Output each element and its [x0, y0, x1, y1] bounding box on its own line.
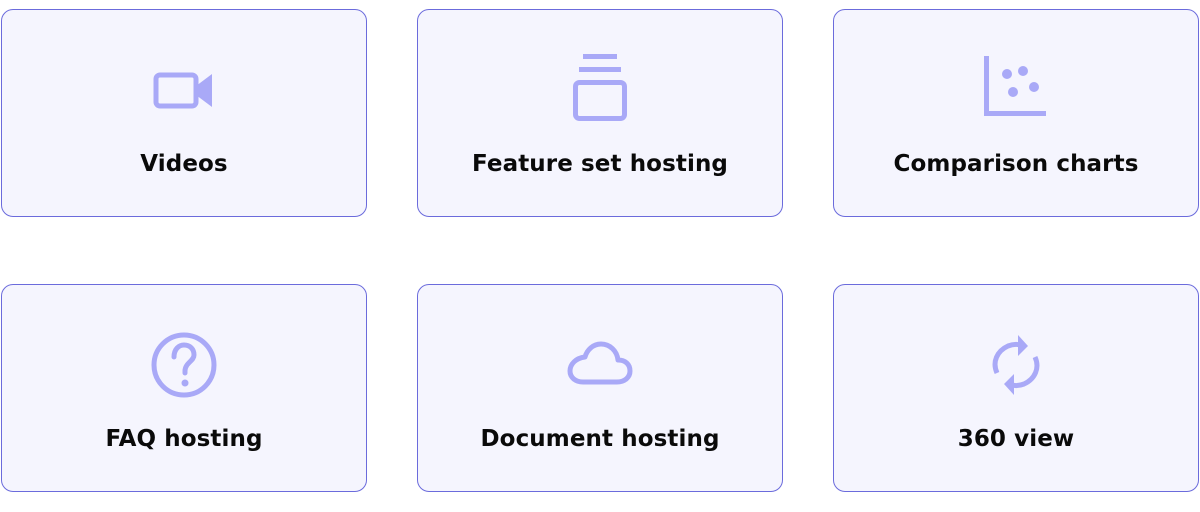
- feature-card-grid: Videos Feature set hosting Comparison ch…: [0, 0, 1200, 512]
- card-comparison-charts[interactable]: Comparison charts: [833, 9, 1199, 217]
- question-circle-icon: [148, 329, 220, 401]
- card-label: 360 view: [957, 426, 1075, 452]
- cloud-icon: [564, 329, 636, 401]
- card-label: Feature set hosting: [472, 151, 728, 177]
- card-label: Document hosting: [480, 426, 720, 452]
- card-document-hosting[interactable]: Document hosting: [417, 284, 783, 492]
- card-label: Comparison charts: [893, 151, 1139, 177]
- card-360-view[interactable]: 360 view: [833, 284, 1199, 492]
- card-label: Videos: [140, 151, 228, 177]
- scatter-chart-icon: [980, 54, 1052, 126]
- card-videos[interactable]: Videos: [1, 9, 367, 217]
- card-feature-set-hosting[interactable]: Feature set hosting: [417, 9, 783, 217]
- video-camera-icon: [148, 54, 220, 126]
- stacked-layers-icon: [564, 54, 636, 126]
- card-label: FAQ hosting: [105, 426, 263, 452]
- refresh-arrows-icon: [980, 329, 1052, 401]
- card-faq-hosting[interactable]: FAQ hosting: [1, 284, 367, 492]
